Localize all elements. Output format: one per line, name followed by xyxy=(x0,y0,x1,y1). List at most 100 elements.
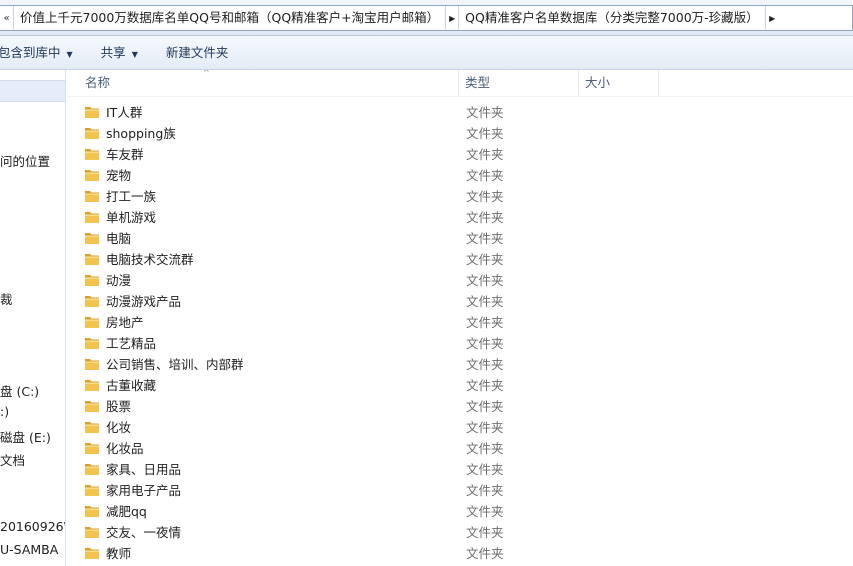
nav-item-network-pc[interactable]: 20160926WU xyxy=(0,519,65,534)
table-row[interactable]: 电脑 文件夹 xyxy=(67,228,853,249)
file-type: 文件夹 xyxy=(466,147,504,162)
table-row[interactable]: 家用电子产品 文件夹 xyxy=(67,480,853,501)
file-type: 文件夹 xyxy=(466,336,504,351)
table-row[interactable]: shopping族 文件夹 xyxy=(67,123,853,144)
table-row[interactable]: 单机游戏 文件夹 xyxy=(67,207,853,228)
file-name: 教师 xyxy=(106,546,132,561)
folder-icon xyxy=(85,128,99,139)
folder-icon xyxy=(85,485,99,496)
nav-item-collection[interactable]: 裁 xyxy=(0,289,13,308)
file-type: 文件夹 xyxy=(466,483,504,498)
table-row[interactable]: 家具、日用品 文件夹 xyxy=(67,459,853,480)
table-row[interactable]: 动漫 文件夹 xyxy=(67,270,853,291)
breadcrumb-item-parent[interactable]: 价值上千元7000万数据库名单QQ号和邮箱（QQ精准客户+淘宝用户邮箱） xyxy=(14,6,445,30)
folder-icon xyxy=(85,422,99,433)
folder-icon xyxy=(85,191,99,202)
file-name: IT人群 xyxy=(106,105,143,120)
nav-item-samba[interactable]: U-SAMBA xyxy=(0,542,58,557)
file-name: 化妆 xyxy=(106,420,132,435)
table-row[interactable]: IT人群 文件夹 xyxy=(67,102,853,123)
file-name: 工艺精品 xyxy=(106,336,157,351)
file-name: 家具、日用品 xyxy=(106,462,182,477)
new-folder-label: 新建文件夹 xyxy=(165,44,229,60)
folder-icon xyxy=(85,149,99,160)
chevron-down-icon: ▼ xyxy=(131,49,138,59)
file-type: 文件夹 xyxy=(466,189,504,204)
table-row[interactable]: 工艺精品 文件夹 xyxy=(67,333,853,354)
folder-icon xyxy=(85,296,99,307)
file-name: shopping族 xyxy=(106,126,176,141)
folder-icon xyxy=(85,233,99,244)
folder-icon xyxy=(85,107,99,118)
nav-item-drive-c[interactable]: 盘 (C:) xyxy=(0,381,39,400)
folder-icon xyxy=(85,317,99,328)
file-name: 宠物 xyxy=(106,168,132,183)
file-type: 文件夹 xyxy=(466,462,504,477)
breadcrumb-item-current[interactable]: QQ精准客户名单数据库（分类完整7000万-珍藏版） xyxy=(459,6,765,30)
overflow-chevron-icon[interactable]: « xyxy=(0,6,14,30)
breadcrumb-separator-icon[interactable]: ▶ xyxy=(764,6,779,30)
table-row[interactable]: 打工一族 文件夹 xyxy=(67,186,853,207)
file-type: 文件夹 xyxy=(466,252,504,267)
file-name: 交友、一夜情 xyxy=(106,525,182,540)
file-type: 文件夹 xyxy=(466,525,504,540)
new-folder-button[interactable]: 新建文件夹 xyxy=(156,36,239,70)
breadcrumb-separator-icon[interactable]: ▶ xyxy=(445,6,460,30)
file-name: 电脑技术交流群 xyxy=(106,252,194,267)
column-header-size[interactable]: 大小 xyxy=(579,70,659,96)
file-type: 文件夹 xyxy=(466,126,504,141)
table-row[interactable]: 减肥qq 文件夹 xyxy=(67,501,853,522)
table-row[interactable]: 宠物 文件夹 xyxy=(67,165,853,186)
file-name: 股票 xyxy=(106,399,132,414)
file-type: 文件夹 xyxy=(466,399,504,414)
include-in-library-button[interactable]: 包含到库中 ▼ xyxy=(0,36,83,70)
file-name: 家用电子产品 xyxy=(106,483,182,498)
folder-icon xyxy=(85,443,99,454)
table-row[interactable]: 化妆 文件夹 xyxy=(67,417,853,438)
nav-selected-item[interactable] xyxy=(0,80,65,102)
table-row[interactable]: 交友、一夜情 文件夹 xyxy=(67,522,853,543)
file-name: 房地产 xyxy=(106,315,144,330)
nav-item-drive-d[interactable]: :) xyxy=(0,404,9,419)
column-header-row: ^ 名称 类型 大小 xyxy=(67,70,853,97)
table-row[interactable]: 化妆品 文件夹 xyxy=(67,438,853,459)
file-name: 公司销售、培训、内部群 xyxy=(106,357,244,372)
table-row[interactable]: 动漫游戏产品 文件夹 xyxy=(67,291,853,312)
file-list-pane[interactable]: ^ 名称 类型 大小 IT人群 文件夹 shopping族 文件夹 车友群 文件夹 宠物 文件… xyxy=(67,70,853,566)
file-type: 文件夹 xyxy=(466,273,504,288)
chevron-down-icon: ▼ xyxy=(66,49,73,59)
folder-icon xyxy=(85,527,99,538)
table-row[interactable]: 电脑技术交流群 文件夹 xyxy=(67,249,853,270)
table-row[interactable]: 房地产 文件夹 xyxy=(67,312,853,333)
include-in-library-label: 包含到库中 xyxy=(0,44,61,60)
file-type: 文件夹 xyxy=(466,378,504,393)
file-name: 电脑 xyxy=(106,231,132,246)
address-bar: « 价值上千元7000万数据库名单QQ号和邮箱（QQ精准客户+淘宝用户邮箱） ▶… xyxy=(0,0,853,36)
file-name: 动漫游戏产品 xyxy=(106,294,182,309)
share-label: 共享 xyxy=(100,44,126,60)
column-header-type[interactable]: 类型 xyxy=(459,70,579,96)
folder-icon xyxy=(85,359,99,370)
table-row[interactable]: 公司销售、培训、内部群 文件夹 xyxy=(67,354,853,375)
breadcrumb[interactable]: « 价值上千元7000万数据库名单QQ号和邮箱（QQ精准客户+淘宝用户邮箱） ▶… xyxy=(0,5,853,31)
file-type: 文件夹 xyxy=(466,357,504,372)
folder-icon xyxy=(85,338,99,349)
folder-icon xyxy=(85,380,99,391)
file-type: 文件夹 xyxy=(466,105,504,120)
file-type: 文件夹 xyxy=(466,168,504,183)
nav-item-location[interactable]: 问的位置 xyxy=(0,151,50,170)
file-type: 文件夹 xyxy=(466,441,504,456)
folder-icon xyxy=(85,212,99,223)
table-row[interactable]: 股票 文件夹 xyxy=(67,396,853,417)
nav-item-drive-e[interactable]: 磁盘 (E:) xyxy=(0,427,51,446)
file-type: 文件夹 xyxy=(466,420,504,435)
table-row[interactable]: 教师 文件夹 xyxy=(67,543,853,564)
share-button[interactable]: 共享 ▼ xyxy=(91,36,148,70)
file-type: 文件夹 xyxy=(466,294,504,309)
navigation-pane[interactable]: 问的位置 裁 盘 (C:) :) 磁盘 (E:) 文档 20160926WU U… xyxy=(0,70,66,566)
table-row[interactable]: 车友群 文件夹 xyxy=(67,144,853,165)
nav-item-documents[interactable]: 文档 xyxy=(0,450,25,469)
column-header-name[interactable]: 名称 xyxy=(79,70,459,96)
table-row[interactable]: 古董收藏 文件夹 xyxy=(67,375,853,396)
folder-icon xyxy=(85,548,99,559)
